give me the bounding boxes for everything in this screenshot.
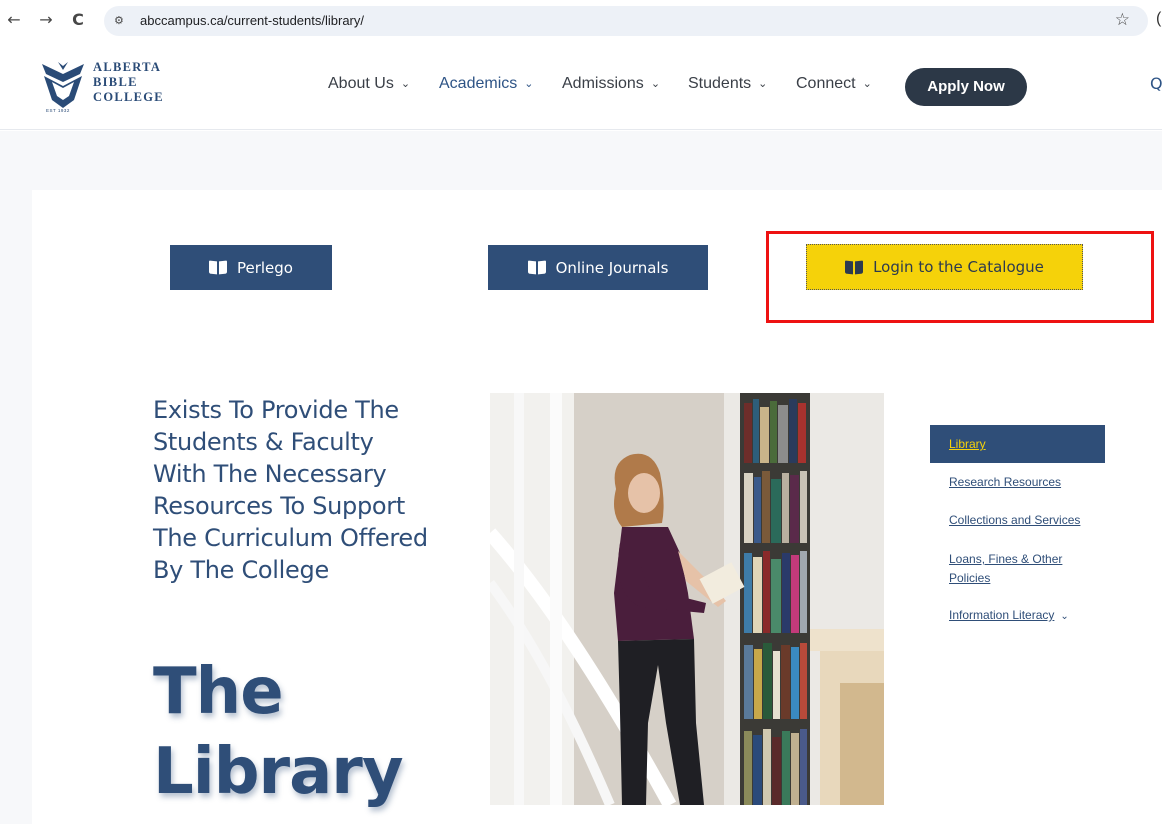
chevron-down-icon: ⌄ xyxy=(758,77,768,90)
logo-line-1: ALBERTA xyxy=(93,60,162,74)
page-title-line-2: Library xyxy=(153,735,404,809)
page-title-line-1: The xyxy=(153,655,284,729)
library-tagline: Exists To Provide The Students & Faculty… xyxy=(153,396,428,584)
chevron-down-icon: ⌄ xyxy=(400,77,411,90)
search-icon[interactable]: Q xyxy=(1150,74,1162,93)
nav-admissions-label: Admissions xyxy=(562,75,644,92)
logo-est: EST 1932 xyxy=(46,108,70,113)
side-menu-collections-services[interactable]: Collections and Services xyxy=(930,512,1105,528)
url-text[interactable]: abccampus.ca/current-students/library/ xyxy=(140,13,364,28)
nav-connect[interactable]: Connect ⌄ xyxy=(796,75,872,93)
page-title: The Library xyxy=(153,652,404,812)
side-menu-research-resources[interactable]: Research Resources xyxy=(930,474,1105,490)
nav-academics-label: Academics xyxy=(439,75,518,92)
book-icon xyxy=(209,261,227,274)
side-menu-information-literacy[interactable]: Information Literacy ⌄ xyxy=(930,607,1105,625)
back-icon[interactable]: ← xyxy=(4,10,24,30)
perlego-label: Perlego xyxy=(236,258,293,277)
book-icon xyxy=(528,261,546,274)
student-reading-image xyxy=(490,393,884,805)
nav-about-us[interactable]: About Us ⌄ xyxy=(328,75,410,93)
logo-wordmark: ALBERTA BIBLE COLLEGE xyxy=(93,60,164,105)
browser-toolbar: ← → C ⚙ abccampus.ca/current-students/li… xyxy=(0,0,1162,42)
library-photo xyxy=(490,393,884,805)
online-journals-label: Online Journals xyxy=(555,258,669,277)
nav-admissions[interactable]: Admissions ⌄ xyxy=(562,75,660,93)
perlego-button[interactable]: Perlego xyxy=(170,245,332,290)
nav-about-us-label: About Us xyxy=(328,75,394,92)
chevron-down-icon: ⌄ xyxy=(862,77,872,90)
library-side-menu: Library Research Resources Collections a… xyxy=(930,425,1105,625)
address-bar[interactable]: ⚙ abccampus.ca/current-students/library/… xyxy=(104,6,1148,36)
reload-icon[interactable]: C xyxy=(68,10,88,30)
nav-students[interactable]: Students ⌄ xyxy=(688,75,767,93)
side-menu-library[interactable]: Library xyxy=(930,425,1105,463)
nav-academics[interactable]: Academics ⌄ xyxy=(439,75,533,93)
highlight-annotation-box xyxy=(766,231,1154,323)
bookmark-star-icon[interactable]: ☆ xyxy=(1115,10,1130,30)
logo-line-2: BIBLE xyxy=(93,75,138,89)
site-info-icon[interactable]: ⚙ xyxy=(114,14,130,28)
logo-line-3: COLLEGE xyxy=(93,90,164,104)
apply-now-button[interactable]: Apply Now xyxy=(905,68,1027,106)
side-menu-loans-fines-policies[interactable]: Loans, Fines & Other Policies xyxy=(930,550,1105,588)
nav-students-label: Students xyxy=(688,75,752,92)
college-logo[interactable]: ALBERTA BIBLE COLLEGE EST 1932 xyxy=(40,60,180,120)
chevron-down-icon: ⌄ xyxy=(650,77,661,90)
site-header: ALBERTA BIBLE COLLEGE EST 1932 About Us ⌄… xyxy=(0,42,1162,130)
chevron-down-icon[interactable]: ⌄ xyxy=(1060,609,1068,625)
online-journals-button[interactable]: Online Journals xyxy=(488,245,708,290)
profile-icon-partial[interactable]: ( xyxy=(1156,10,1161,28)
chevron-down-icon: ⌄ xyxy=(524,77,534,90)
logo-emblem-icon xyxy=(42,62,84,108)
information-literacy-label: Information Literacy xyxy=(949,608,1055,622)
nav-connect-label: Connect xyxy=(796,75,856,92)
forward-icon[interactable]: → xyxy=(36,10,56,30)
